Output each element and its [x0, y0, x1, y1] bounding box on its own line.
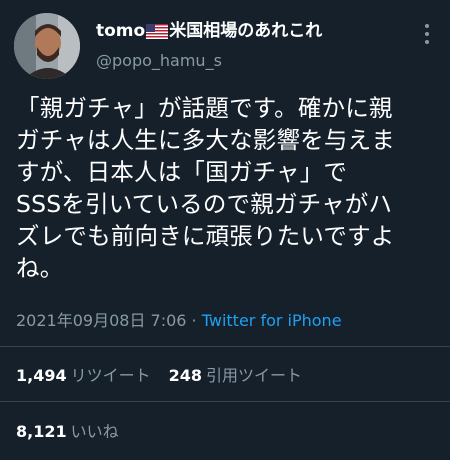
divider-middle [0, 401, 450, 402]
divider-top [0, 346, 450, 347]
retweets-stat[interactable]: 1,494 リツイート [16, 366, 151, 385]
likes-count: 8,121 [16, 422, 67, 441]
user-handle[interactable]: @popo_hamu_s [96, 51, 222, 71]
display-name-prefix: tomo [96, 21, 146, 41]
tweet-text: 「親ガチャ」が話題です。確かに親 ガチャは人生に多大な影響を与えま すが、日本人… [16, 94, 395, 282]
retweets-label: リツイート [70, 366, 151, 385]
more-options-icon[interactable] [418, 22, 436, 44]
display-name[interactable]: tomo 米国相場のあれこれ [96, 20, 322, 45]
avatar[interactable] [14, 13, 80, 79]
retweets-count: 1,494 [16, 366, 67, 385]
quotes-stat[interactable]: 248 引用ツイート [169, 366, 302, 385]
tweet-meta: 2021年09月08日 7:06 · Twitter for iPhone [16, 310, 342, 332]
likes-stat[interactable]: 8,121 いいね [16, 422, 119, 441]
quotes-count: 248 [168, 366, 203, 385]
avatar-image [14, 13, 80, 79]
us-flag-icon [146, 23, 169, 45]
quotes-label: 引用ツイート [206, 366, 303, 385]
likes-stats-row: 8,121 いいね [16, 421, 119, 443]
retweet-stats-row: 1,494 リツイート 248 引用ツイート [16, 365, 302, 387]
tweet-source-link[interactable]: Twitter for iPhone [202, 311, 342, 330]
display-name-suffix: 米国相場のあれこれ [169, 21, 323, 41]
tweet-card: tomo 米国相場のあれこれ @popo_hamu_s 「親ガチャ」が話題です。… [0, 0, 450, 460]
likes-label: いいね [70, 422, 119, 441]
meta-separator: · [186, 311, 202, 330]
tweet-timestamp[interactable]: 2021年09月08日 7:06 [16, 311, 186, 330]
